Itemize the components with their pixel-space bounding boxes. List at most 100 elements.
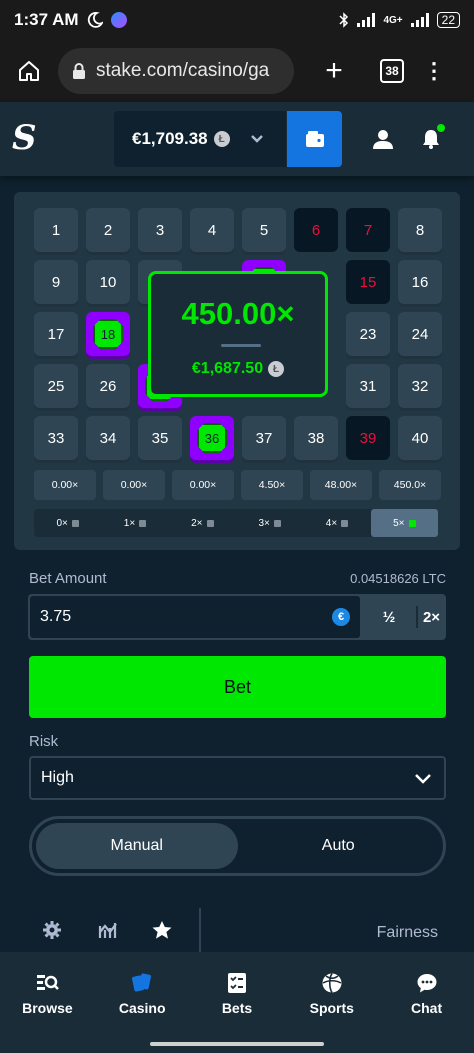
address-bar[interactable]: stake.com/casino/ga: [58, 48, 294, 94]
keno-tile[interactable]: 33: [34, 416, 78, 460]
auto-tab[interactable]: Auto: [238, 823, 440, 869]
keno-tile[interactable]: 4: [190, 208, 234, 252]
wallet-icon: [305, 131, 324, 147]
keno-tile[interactable]: 9: [34, 260, 78, 304]
nav-label: Sports: [309, 1000, 354, 1016]
hit-count-4[interactable]: 4×: [303, 509, 370, 537]
user-profile-button[interactable]: [372, 128, 394, 155]
browser-menu-button[interactable]: ⋮: [404, 58, 464, 84]
keno-tile[interactable]: 26: [86, 364, 130, 408]
win-payout-row: €1,687.50 Ł: [151, 360, 325, 378]
bet-amount-group: 3.75 € ½ 2×: [28, 594, 446, 640]
balance-selector[interactable]: €1,709.38 Ł: [114, 111, 286, 167]
hit-count-3[interactable]: 3×: [236, 509, 303, 537]
hit-label: 2×: [191, 517, 203, 529]
moon-icon: [87, 12, 103, 28]
new-tab-button[interactable]: +: [294, 54, 374, 88]
nav-label: Chat: [411, 1000, 443, 1016]
keno-tile-drawn[interactable]: 6: [294, 208, 338, 252]
hit-label: 1×: [123, 517, 136, 529]
keno-tile[interactable]: 31: [346, 364, 390, 408]
nav-bets[interactable]: Bets: [190, 952, 285, 1034]
keno-tile[interactable]: 10: [86, 260, 130, 304]
keno-tile-drawn[interactable]: 15: [346, 260, 390, 304]
keno-tile[interactable]: 1: [34, 208, 78, 252]
casino-cards-icon: [132, 973, 152, 992]
gem-square-icon: [139, 519, 147, 527]
nav-sports[interactable]: Sports: [284, 952, 379, 1034]
home-icon: [19, 61, 39, 81]
tab-switcher-button[interactable]: 38: [380, 59, 404, 83]
hit-label: 4×: [325, 517, 338, 529]
settings-icon[interactable]: [42, 920, 62, 940]
signal-icon: [357, 13, 376, 27]
gem-icon: 36: [197, 423, 227, 453]
status-bar: 1:37 AM 4G+ 22: [0, 0, 474, 40]
half-bet-button[interactable]: ½: [362, 594, 416, 640]
keno-tile[interactable]: 23: [346, 312, 390, 356]
sports-ball-icon: [322, 973, 342, 993]
keno-tile[interactable]: 32: [398, 364, 442, 408]
lock-icon: [73, 63, 85, 79]
mode-toggle: Manual Auto: [29, 816, 446, 876]
payout-multiplier: 4.50×: [241, 470, 303, 500]
keno-tile-drawn[interactable]: 39: [346, 416, 390, 460]
star-icon[interactable]: [151, 920, 173, 940]
manual-tab[interactable]: Manual: [36, 823, 238, 869]
gem-icon: 18: [93, 319, 123, 349]
wallet-button[interactable]: [287, 111, 342, 167]
keno-tile[interactable]: 16: [398, 260, 442, 304]
keno-tile[interactable]: 40: [398, 416, 442, 460]
keno-tile[interactable]: 25: [34, 364, 78, 408]
hit-count-5[interactable]: 5×: [370, 509, 438, 537]
keno-tile[interactable]: 24: [398, 312, 442, 356]
bet-button[interactable]: Bet: [29, 656, 446, 718]
keno-tile[interactable]: 38: [294, 416, 338, 460]
litecoin-icon: Ł: [268, 361, 285, 377]
bottom-navigation: Browse Casino Bets Sports Chat: [0, 952, 474, 1034]
hit-label: 3×: [258, 517, 270, 529]
bet-amount-crypto: 0.04518626 LTC: [350, 571, 446, 586]
double-bet-button[interactable]: 2×: [417, 594, 446, 640]
keno-tile-drawn[interactable]: 7: [346, 208, 390, 252]
keno-tile[interactable]: 8: [398, 208, 442, 252]
risk-label: Risk: [29, 733, 59, 750]
notifications-button[interactable]: [421, 124, 445, 155]
nav-chat[interactable]: Chat: [379, 952, 474, 1034]
bet-amount-input[interactable]: 3.75 €: [30, 596, 360, 638]
win-popup: 450.00× €1,687.50 Ł: [148, 271, 328, 397]
payout-multiplier: 0.00×: [172, 470, 234, 500]
site-header: S €1,709.38 Ł: [0, 102, 474, 176]
nav-label: Casino: [118, 1000, 166, 1016]
keno-tile[interactable]: 34: [86, 416, 130, 460]
stake-logo[interactable]: S: [12, 118, 37, 158]
nav-browse[interactable]: Browse: [0, 952, 95, 1034]
keno-tile-hit[interactable]: 36: [190, 416, 234, 460]
chevron-down-icon: [250, 131, 264, 147]
keno-tile[interactable]: 2: [86, 208, 130, 252]
game-toolbar: Fairness: [0, 900, 474, 956]
nav-casino[interactable]: Casino: [95, 952, 190, 1034]
gem-square-icon: [206, 519, 214, 527]
keno-tile[interactable]: 5: [242, 208, 286, 252]
bet-amount-label: Bet Amount: [29, 570, 107, 587]
keno-tile-hit[interactable]: 18: [86, 312, 130, 356]
gesture-handle[interactable]: [150, 1042, 324, 1046]
keno-tile[interactable]: 37: [242, 416, 286, 460]
home-button[interactable]: [0, 59, 58, 83]
stats-chart-icon[interactable]: [98, 920, 118, 940]
euro-icon: €: [332, 608, 350, 626]
keno-tile[interactable]: 17: [34, 312, 78, 356]
keno-tile[interactable]: 3: [138, 208, 182, 252]
hit-count-0[interactable]: 0×: [34, 509, 101, 537]
payout-multiplier: 48.00×: [310, 470, 372, 500]
hit-count-1[interactable]: 1×: [101, 509, 168, 537]
nav-label: Bets: [221, 1000, 253, 1016]
hit-count-2[interactable]: 2×: [169, 509, 236, 537]
risk-select[interactable]: High: [29, 756, 446, 800]
keno-tile[interactable]: 35: [138, 416, 182, 460]
plus-icon: +: [325, 54, 343, 87]
fairness-link[interactable]: Fairness: [377, 924, 438, 942]
gem-number: 36: [204, 430, 220, 446]
url-text: stake.com/casino/ga: [96, 60, 270, 81]
